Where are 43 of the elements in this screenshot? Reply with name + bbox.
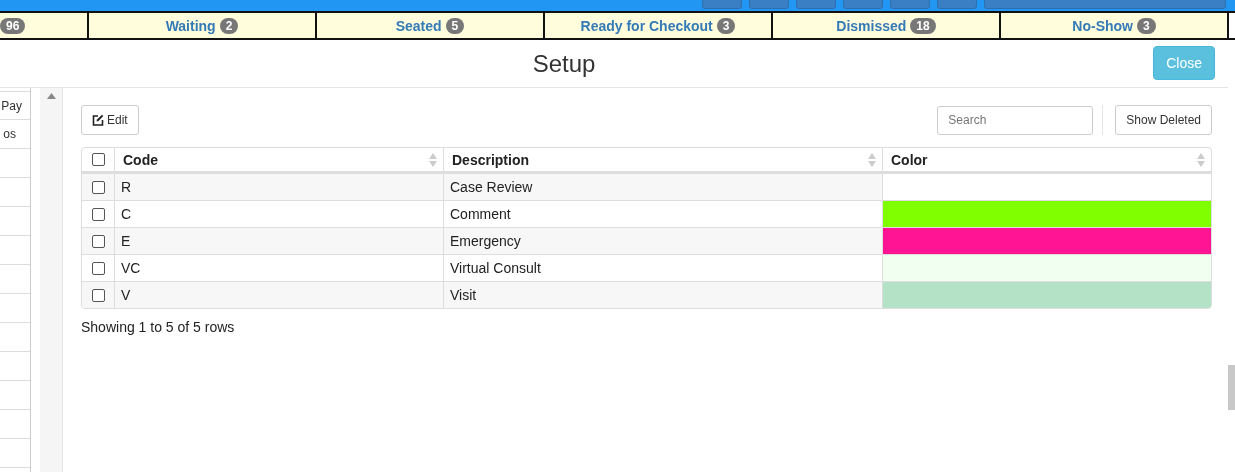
scroll-up-icon[interactable] bbox=[46, 93, 56, 99]
sort-icon[interactable] bbox=[429, 152, 437, 167]
edit-button[interactable]: Edit bbox=[81, 105, 139, 135]
row-checkbox[interactable] bbox=[91, 261, 105, 275]
table-cell: Virtual Consult bbox=[450, 260, 541, 276]
column-header[interactable]: Color bbox=[891, 151, 928, 168]
column-header[interactable]: Code bbox=[123, 151, 158, 168]
status-tab[interactable]: Waiting bbox=[165, 17, 216, 34]
row-checkbox[interactable] bbox=[91, 288, 105, 302]
sidebar-item[interactable]: os bbox=[3, 127, 30, 141]
edit-icon bbox=[92, 114, 104, 126]
row-checkbox[interactable] bbox=[91, 207, 105, 221]
table-cell: Visit bbox=[450, 287, 477, 303]
table-cell: Comment bbox=[450, 206, 511, 222]
show-deleted-button[interactable]: Show Deleted bbox=[1115, 105, 1212, 135]
status-tab[interactable]: No-Show bbox=[1072, 17, 1133, 34]
pagination-info: Showing 1 to 5 of 5 rows bbox=[81, 319, 236, 335]
table-cell: Case Review bbox=[450, 179, 533, 195]
status-tab[interactable]: Seated bbox=[395, 17, 442, 34]
count-badge: 3 bbox=[716, 17, 736, 34]
table-cell: E bbox=[121, 233, 131, 249]
table-cell: R bbox=[121, 179, 132, 195]
row-checkbox[interactable] bbox=[91, 234, 105, 248]
table-cell: VC bbox=[121, 260, 141, 276]
sort-icon[interactable] bbox=[868, 152, 876, 167]
count-badge: 96 bbox=[0, 17, 26, 34]
row-checkbox[interactable] bbox=[91, 180, 105, 194]
count-badge: 18 bbox=[910, 17, 936, 34]
status-tab[interactable]: Dismissed bbox=[836, 17, 907, 34]
dialog-title: Setup bbox=[532, 49, 596, 78]
sidebar-item[interactable]: Pay bbox=[1, 98, 30, 113]
search-field[interactable]: Search bbox=[937, 105, 1094, 135]
count-badge: 5 bbox=[445, 17, 465, 34]
status-tab[interactable]: Ready for Checkout bbox=[580, 17, 713, 34]
table-cell: Emergency bbox=[450, 233, 521, 249]
select-all-checkbox[interactable] bbox=[91, 153, 105, 166]
scrollbar-thumb[interactable] bbox=[1228, 365, 1235, 410]
count-badge: 3 bbox=[1137, 17, 1156, 34]
sort-icon[interactable] bbox=[1197, 152, 1205, 167]
table-cell: V bbox=[121, 287, 131, 303]
column-header[interactable]: Description bbox=[452, 151, 529, 168]
table-cell: C bbox=[121, 206, 132, 222]
count-badge: 2 bbox=[219, 17, 239, 34]
